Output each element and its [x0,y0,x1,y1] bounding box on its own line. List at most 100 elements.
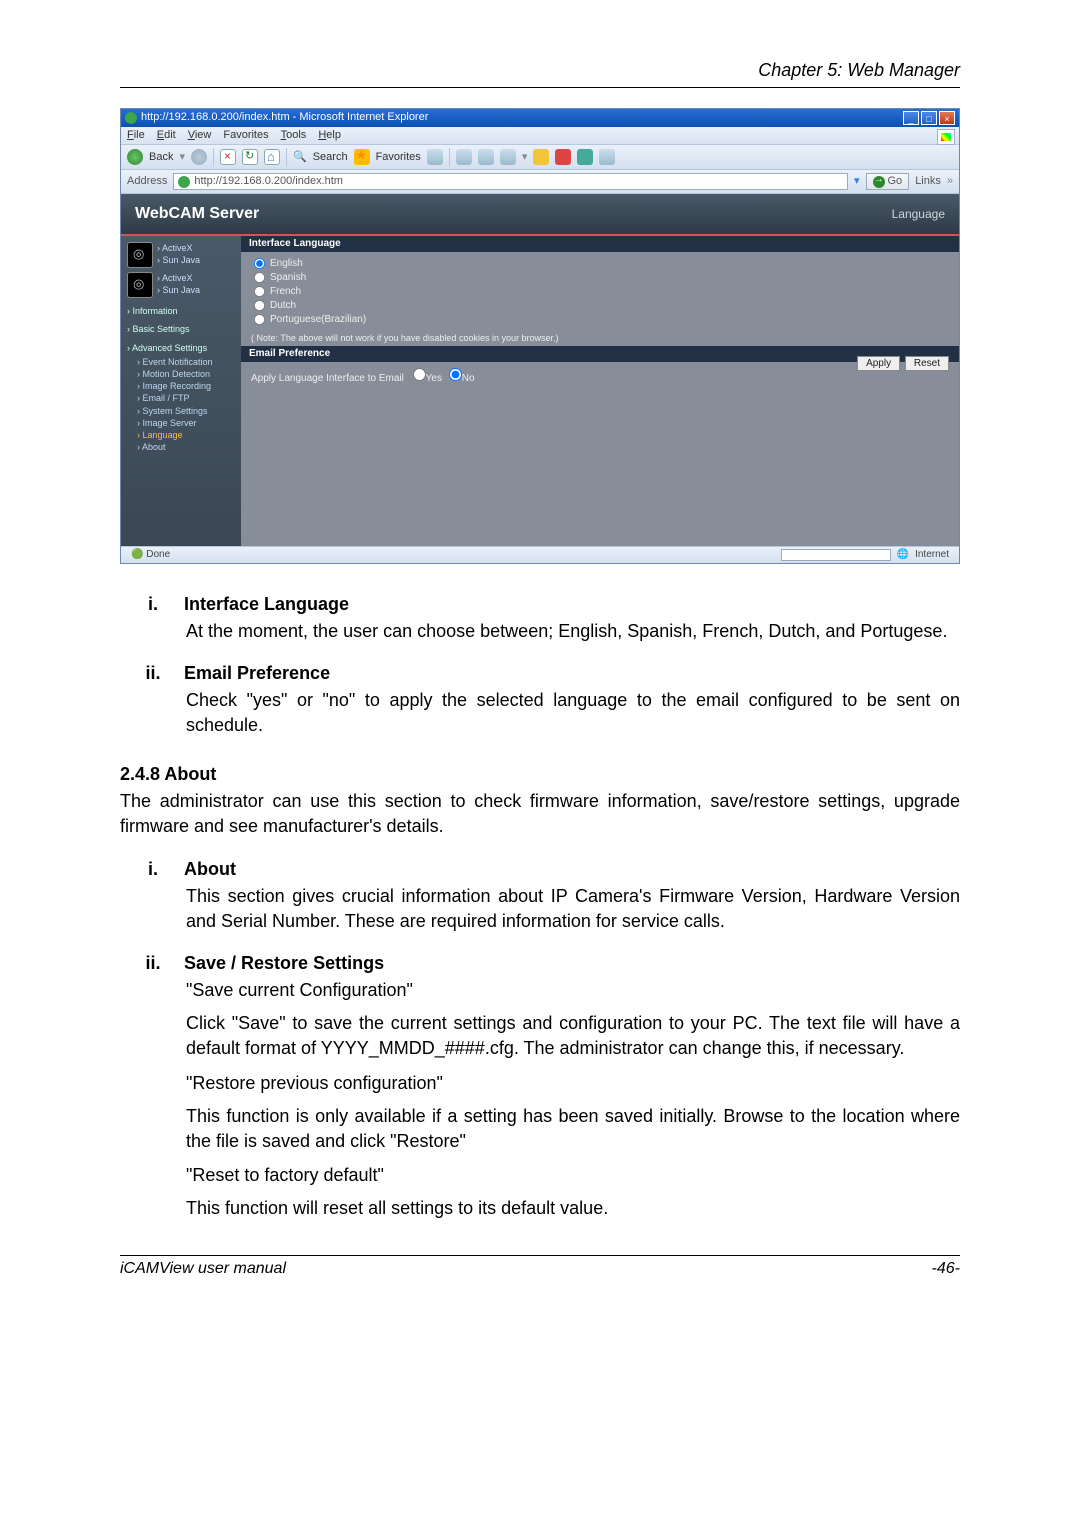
heading-save-restore: Save / Restore Settings [184,953,384,974]
chapter-header: Chapter 5: Web Manager [120,60,960,81]
radio-portuguese[interactable]: Portuguese(Brazilian) [253,313,947,326]
cam-a-sunjava[interactable]: › Sun Java [157,255,200,267]
links-label[interactable]: Links [915,175,941,188]
cookies-note: ( Note: The above will not work if you h… [241,331,959,346]
radio-spanish[interactable]: Spanish [253,271,947,284]
reset-button[interactable]: Reset [905,356,949,371]
cam-a-activex[interactable]: › ActiveX [157,243,200,255]
stop-icon[interactable] [220,149,236,165]
page-icon [178,176,190,188]
menu-tools[interactable]: Tools [281,129,307,142]
heading-interface-language: Interface Language [184,594,349,615]
section-interface-language: Interface Language [241,236,959,252]
sidebar: › ActiveX › Sun Java › ActiveX › Sun Jav… [121,236,241,546]
header-rule [120,87,960,88]
radio-english[interactable]: English [253,257,947,270]
sidebar-advanced-settings[interactable]: Advanced Settings [127,343,235,354]
mail-icon[interactable] [456,149,472,165]
heading-248-about: 2.4.8 About [120,764,960,785]
search-button[interactable]: Search [313,151,348,164]
folder-icon[interactable] [533,149,549,165]
history-icon[interactable] [427,149,443,165]
webcam-banner: WebCAM Server Language [121,194,959,233]
menu-view[interactable]: View [188,129,212,142]
favorites-button[interactable]: Favorites [376,151,421,164]
address-url: http://192.168.0.200/index.htm [194,175,343,188]
heading-about: About [184,859,236,880]
close-button[interactable]: × [939,111,955,125]
messenger-icon[interactable] [577,149,593,165]
address-label: Address [127,175,167,188]
camera-a-icon[interactable] [127,242,153,268]
menubar: File Edit View Favorites Tools Help [121,127,959,145]
sidebar-basic-settings[interactable]: Basic Settings [127,324,235,335]
back-icon[interactable] [127,149,143,165]
footer-right: -46- [932,1260,960,1278]
go-arrow-icon [873,176,885,188]
print-icon[interactable] [478,149,494,165]
minimize-button[interactable]: _ [903,111,919,125]
section-email-preference: Email Preference [241,346,959,362]
roman-i: i. [140,594,166,615]
menu-favorites[interactable]: Favorites [223,129,268,142]
tool-icon[interactable] [555,149,571,165]
window-title: http://192.168.0.200/index.htm - Microso… [141,111,428,124]
sidebar-item-system[interactable]: System Settings [137,405,235,417]
apply-button[interactable]: Apply [857,356,900,371]
radio-french[interactable]: French [253,285,947,298]
edit-icon[interactable] [500,149,516,165]
radio-yes[interactable]: Yes [413,373,442,384]
menu-help[interactable]: Help [318,129,341,142]
address-input[interactable]: http://192.168.0.200/index.htm [173,173,848,190]
heading-email-preference: Email Preference [184,663,330,684]
extra-icon[interactable] [599,149,615,165]
maximize-button[interactable]: □ [921,111,937,125]
status-done: Done [146,549,170,560]
webcam-title: WebCAM Server [135,204,259,223]
home-icon[interactable] [264,149,280,165]
body-reset-factory: This function will reset all settings to… [186,1196,960,1221]
radio-no[interactable]: No [449,373,475,384]
sidebar-item-language[interactable]: Language [137,429,235,441]
language-radio-group: English Spanish French Dutch Portuguese(… [241,252,959,332]
favorites-star-icon[interactable] [354,149,370,165]
go-button[interactable]: Go [866,173,910,190]
sidebar-item-event[interactable]: Event Notification [137,356,235,368]
camera-b-icon[interactable] [127,272,153,298]
sidebar-information[interactable]: Information [127,306,235,317]
quote-save-current: "Save current Configuration" [186,978,960,1003]
roman-ii-about: ii. [140,953,166,974]
browser-screenshot: http://192.168.0.200/index.htm - Microso… [120,108,960,564]
back-button[interactable]: Back [149,151,173,164]
menu-file[interactable]: File [127,129,145,142]
progress-meter [781,549,891,561]
body-email-preference: Check "yes" or "no" to apply the selecte… [186,688,960,738]
sidebar-item-about[interactable]: About [137,441,235,453]
sidebar-item-image-recording[interactable]: Image Recording [137,380,235,392]
main-pane: Interface Language English Spanish Frenc… [241,236,959,546]
footer-left: iCAMView user manual [120,1260,286,1278]
radio-dutch[interactable]: Dutch [253,299,947,312]
menu-edit[interactable]: Edit [157,129,176,142]
banner-right: Language [892,207,945,221]
email-preference-row: Apply Language Interface to Email Yes No [241,362,959,391]
sidebar-item-motion[interactable]: Motion Detection [137,368,235,380]
refresh-icon[interactable] [242,149,258,165]
ie-icon [125,112,137,124]
cam-b-sunjava[interactable]: › Sun Java [157,285,200,297]
sidebar-item-email[interactable]: Email / FTP [137,392,235,404]
quote-restore-previous: "Restore previous configuration" [186,1071,960,1096]
status-zone: Internet [915,549,949,561]
address-dropdown-icon[interactable]: ▾ [854,175,860,188]
sidebar-item-image-server[interactable]: Image Server [137,417,235,429]
toolbar: Back ▾ 🔍 Search Favorites ▾ [121,145,959,170]
forward-icon[interactable] [191,149,207,165]
body-restore-previous: This function is only available if a set… [186,1104,960,1154]
para-248-about: The administrator can use this section t… [120,789,960,839]
roman-i-about: i. [140,859,166,880]
throbber-icon [937,129,955,145]
cam-b-activex[interactable]: › ActiveX [157,273,200,285]
roman-ii: ii. [140,663,166,684]
quote-reset-factory: "Reset to factory default" [186,1163,960,1188]
status-bar: 🟢 Done 🌐 Internet [121,546,959,563]
